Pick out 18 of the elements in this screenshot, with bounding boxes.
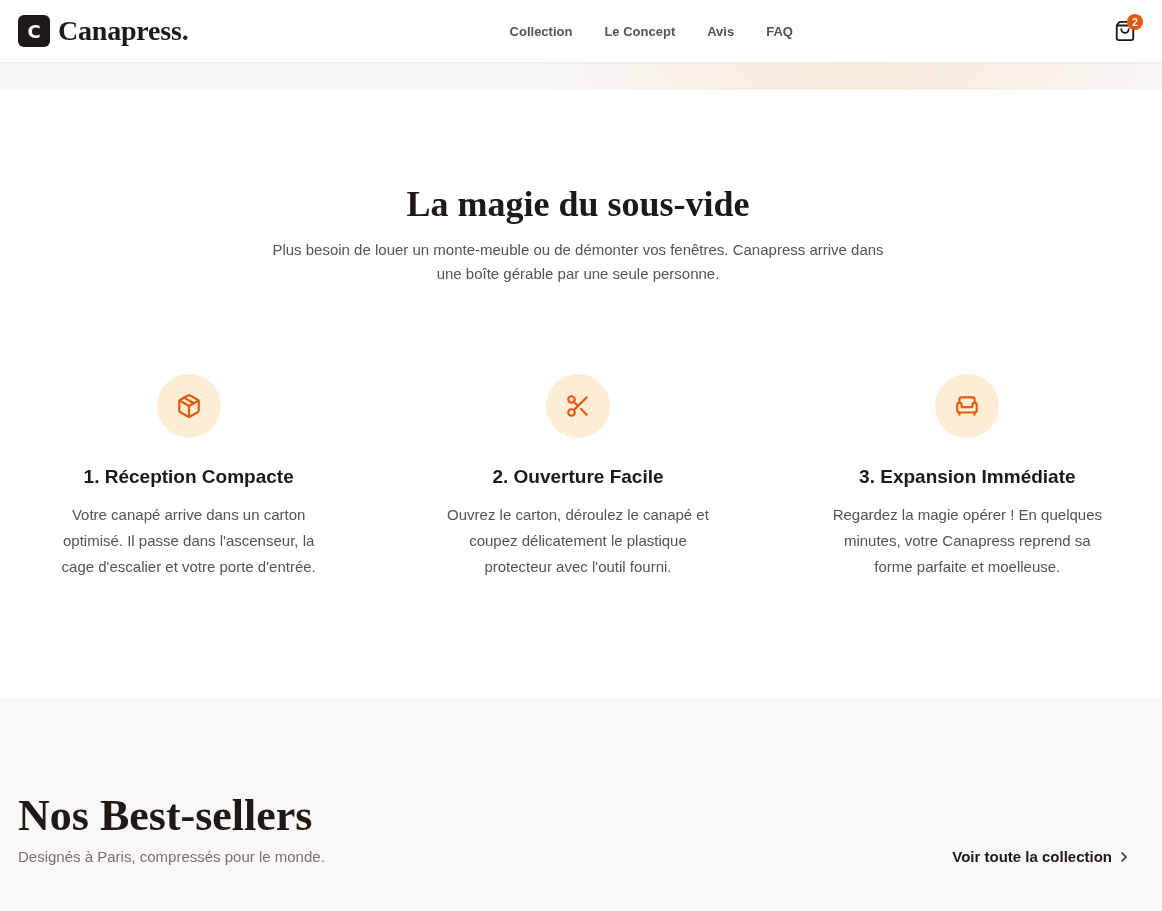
nav-link[interactable]: Le Concept	[604, 23, 676, 39]
nav-link[interactable]: FAQ	[766, 23, 793, 39]
section-intro: Plus besoin de louer un monte-meuble ou de démonter vos fenêtres. Canapress arrive dans une boîte gérable par une seule personne.	[271, 240, 885, 284]
view-collection-link[interactable]: Voir toute la collection	[952, 846, 1132, 868]
step-description: Votre canapé arrive dans un carton optimisé. Il passe dans l'ascenseur, la cage d'escalier et votre porte d'entrée.	[60, 505, 317, 577]
logo-mark[interactable]: C	[18, 15, 50, 47]
bestsellers-subtitle: Designés à Paris, compressés pour le monde.	[18, 847, 325, 867]
bestsellers-title: Nos Best-sellers	[18, 791, 314, 841]
nav-link[interactable]: Avis	[707, 23, 735, 39]
step-description: Regardez la magie opérer ! En quelques minutes, votre Canapress reprend sa forme parfaite et moelleuse.	[831, 505, 1103, 577]
step-title: 2. Ouverture Facile	[492, 465, 664, 489]
nav-link[interactable]: Collection	[509, 23, 573, 39]
section-title: La magie du sous-vide	[406, 183, 750, 226]
cart-count-badge: 2	[1127, 14, 1143, 30]
step-title: 1. Réception Compacte	[83, 465, 294, 489]
logo-wordmark[interactable]: Canapress.	[58, 15, 189, 47]
step-title: 3. Expansion Immédiate	[859, 465, 1076, 489]
step-description: Ouvrez le carton, déroulez le canapé et coupez délicatement le plastique protecteur avec l'outil fourni.	[446, 505, 710, 577]
